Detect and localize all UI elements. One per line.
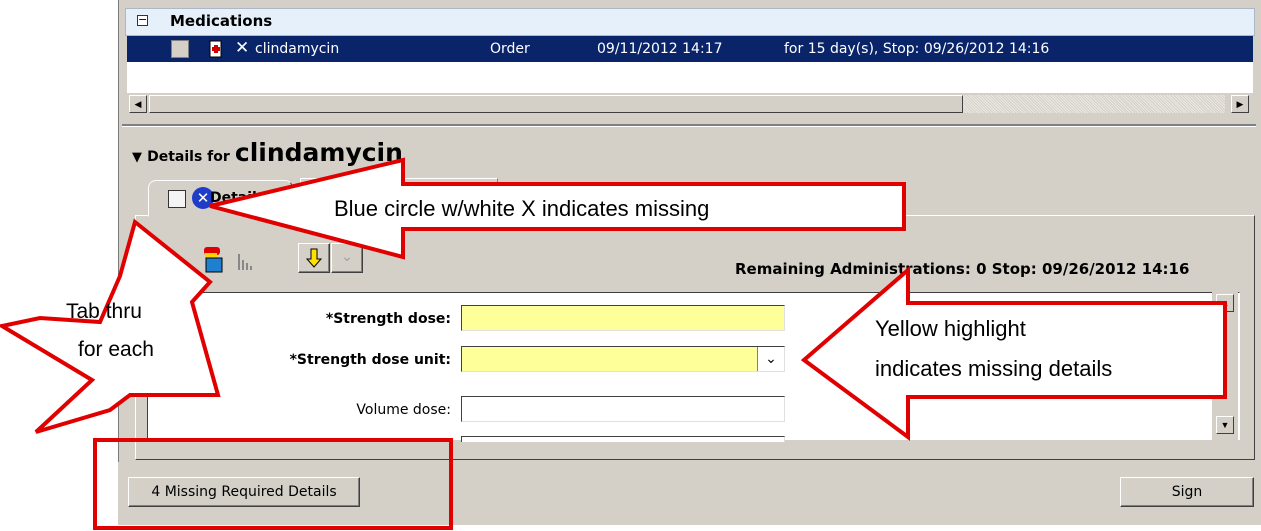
tab-thru-arrow <box>0 218 221 434</box>
tab-thru-note-line1: Tab thru <box>66 300 142 323</box>
tab-thru-note-line2: for each <box>78 338 154 361</box>
yellow-highlight-arrow <box>800 265 1227 441</box>
yellow-note-line2: indicates missing details <box>875 356 1113 381</box>
blue-circle-note: Blue circle w/white X indicates missing <box>334 196 710 221</box>
missing-details-highlight-box <box>93 438 453 530</box>
yellow-note-line1: Yellow highlight <box>875 316 1026 341</box>
